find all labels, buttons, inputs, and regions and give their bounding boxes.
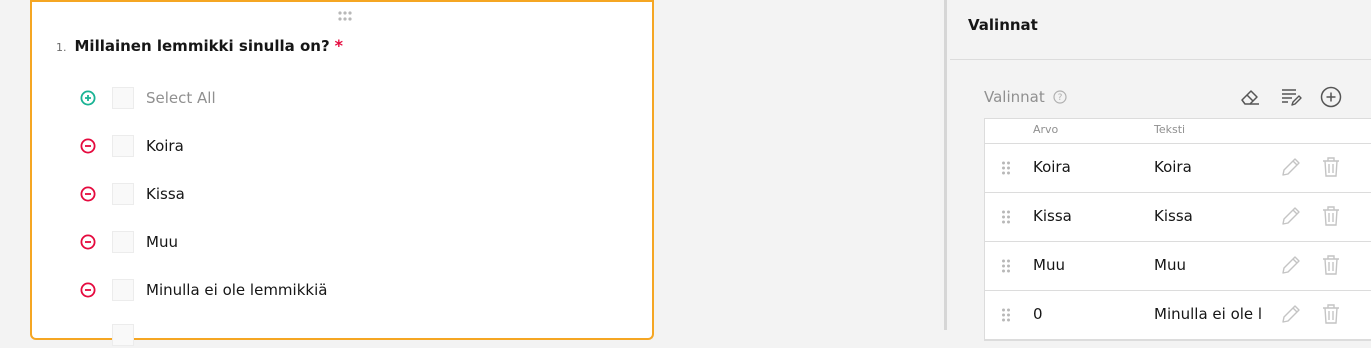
row-value[interactable]: 0 — [1033, 305, 1043, 323]
choice-row: Muu — [80, 229, 178, 255]
choice-row: Koira — [80, 133, 184, 159]
trash-icon[interactable] — [1321, 156, 1341, 178]
pencil-icon[interactable] — [1280, 303, 1302, 325]
drag-handle-icon[interactable] — [1001, 160, 1011, 176]
choice-label[interactable]: Minulla ei ole lemmikkiä — [146, 281, 327, 299]
choice-row-partial — [80, 322, 146, 348]
trash-icon[interactable] — [1321, 254, 1341, 276]
drag-handle-icon[interactable] — [1001, 307, 1011, 323]
question-card[interactable]: 1. Millainen lemmikki sinulla on? * Sele… — [30, 0, 654, 346]
panel-title: Valinnat — [968, 16, 1038, 34]
drag-handle-icon[interactable] — [1001, 258, 1011, 274]
section-label-text: Valinnat — [984, 88, 1045, 106]
svg-text:?: ? — [1057, 93, 1062, 103]
row-value[interactable]: Kissa — [1033, 207, 1072, 225]
drag-handle-icon[interactable] — [337, 10, 353, 22]
choice-row: Minulla ei ole lemmikkiä — [80, 277, 327, 303]
choice-checkbox[interactable] — [112, 231, 134, 253]
property-panel: Valinnat Valinnat ? Arvo Teksti Koira Ko… — [950, 0, 1371, 341]
eraser-icon[interactable] — [1238, 85, 1262, 109]
table-header: Arvo Teksti — [985, 119, 1371, 144]
choices-section-label: Valinnat ? — [984, 88, 1067, 106]
trash-icon[interactable] — [1321, 303, 1341, 325]
required-asterisk: * — [334, 36, 344, 55]
minus-circle-icon[interactable] — [80, 186, 96, 202]
minus-circle-icon[interactable] — [80, 138, 96, 154]
panel-splitter[interactable] — [944, 0, 947, 330]
column-header-text: Teksti — [1154, 123, 1186, 136]
plus-circle-icon[interactable] — [80, 90, 96, 106]
column-header-value: Arvo — [1033, 123, 1059, 136]
choice-row: Kissa — [80, 181, 185, 207]
question-number: 1. — [56, 41, 67, 54]
table-row: 0 Minulla ei ole lemmikkiä — [985, 291, 1371, 340]
choices-table: Arvo Teksti Koira Koira Kissa Kissa Muu … — [984, 118, 1371, 341]
choice-label[interactable]: Select All — [146, 89, 216, 107]
add-choice-icon[interactable] — [1319, 85, 1343, 109]
minus-circle-icon[interactable] — [80, 234, 96, 250]
row-value[interactable]: Muu — [1033, 256, 1065, 274]
row-text[interactable]: Minulla ei ole lemmikkiä — [1154, 305, 1262, 323]
edit-list-icon[interactable] — [1279, 85, 1303, 109]
table-row: Muu Muu — [985, 242, 1371, 291]
question-header: 1. Millainen lemmikki sinulla on? * — [56, 36, 343, 55]
row-text[interactable]: Kissa — [1154, 207, 1262, 225]
pencil-icon[interactable] — [1280, 205, 1302, 227]
pencil-icon[interactable] — [1280, 254, 1302, 276]
row-text[interactable]: Muu — [1154, 256, 1262, 274]
choice-checkbox[interactable] — [112, 279, 134, 301]
drag-handle-icon[interactable] — [1001, 209, 1011, 225]
choice-label[interactable]: Koira — [146, 137, 184, 155]
trash-icon[interactable] — [1321, 205, 1341, 227]
help-icon[interactable]: ? — [1053, 90, 1067, 104]
choice-row-select-all: Select All — [80, 85, 216, 111]
minus-circle-icon[interactable] — [80, 282, 96, 298]
pencil-icon[interactable] — [1280, 156, 1302, 178]
question-title[interactable]: Millainen lemmikki sinulla on? — [75, 37, 330, 55]
panel-header: Valinnat — [950, 0, 1371, 60]
row-value[interactable]: Koira — [1033, 158, 1071, 176]
choice-label[interactable]: Muu — [146, 233, 178, 251]
choice-checkbox[interactable] — [112, 87, 134, 109]
choice-checkbox[interactable] — [112, 135, 134, 157]
choice-checkbox[interactable] — [112, 324, 134, 346]
row-text[interactable]: Koira — [1154, 158, 1262, 176]
table-row: Koira Koira — [985, 144, 1371, 193]
choice-checkbox[interactable] — [112, 183, 134, 205]
table-row: Kissa Kissa — [985, 193, 1371, 242]
choice-label[interactable]: Kissa — [146, 185, 185, 203]
